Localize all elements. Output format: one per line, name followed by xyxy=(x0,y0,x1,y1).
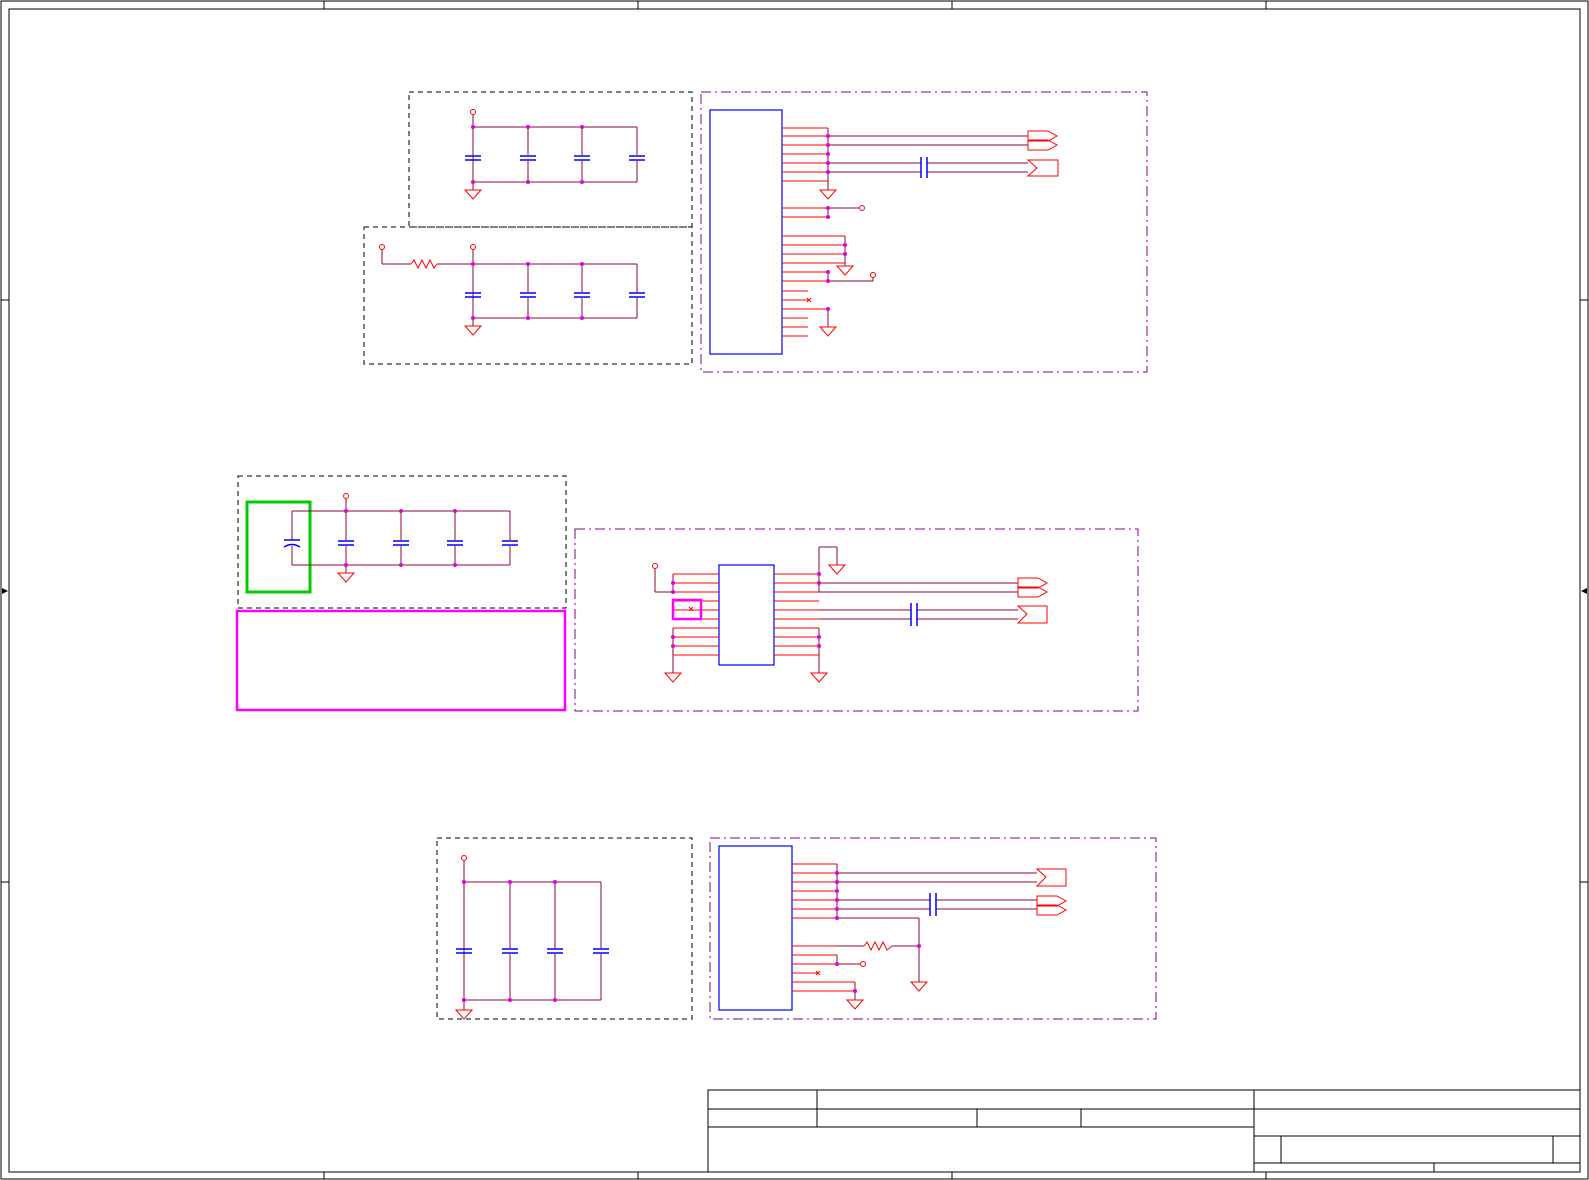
offsheet-connector-icon xyxy=(1035,868,1068,916)
ic-u1-pins xyxy=(782,127,845,337)
section-3-decoupling-box xyxy=(436,837,693,1020)
cap-bank-1b-caps xyxy=(465,292,645,298)
ground-icon xyxy=(463,325,483,336)
coupling-cap-icon xyxy=(920,157,928,178)
ic-u3-junctions xyxy=(835,871,921,993)
cap-bank-1 xyxy=(472,114,638,190)
sheet-center-arrow-right xyxy=(1581,588,1587,594)
power-pin-icon xyxy=(859,205,876,278)
power-pin-icon xyxy=(860,961,866,967)
ic-u3 xyxy=(718,845,793,1011)
power-pin-icon xyxy=(343,493,349,499)
offsheet-connector-icon xyxy=(1016,577,1049,624)
ic-u2 xyxy=(718,564,775,666)
power-pin-icon xyxy=(652,563,658,569)
cap-bank-1b xyxy=(381,249,638,326)
cap-bank-2-caps xyxy=(283,539,518,548)
title-block xyxy=(707,1089,1581,1173)
coupling-cap-icon xyxy=(929,893,937,916)
power-pin-icon xyxy=(461,855,467,861)
ic-u3-nets xyxy=(836,864,1037,1000)
ground-icon xyxy=(336,572,356,583)
section-3-ic-box xyxy=(709,837,1157,1020)
cap-bank-3 xyxy=(463,861,602,1010)
section-2-decoupling-box xyxy=(237,475,567,609)
coupling-cap-icon xyxy=(910,603,918,626)
ic-u1-junctions xyxy=(826,134,847,311)
highlight-green-box xyxy=(245,500,312,594)
ic-u3-pins xyxy=(792,863,855,992)
section-2-ic-box xyxy=(574,528,1139,712)
ic-u2-pins xyxy=(673,573,819,656)
ground-icon xyxy=(845,981,929,1010)
sheet-frame xyxy=(0,0,1589,1180)
highlight-magenta-box xyxy=(235,609,567,712)
power-pin-icon xyxy=(379,244,476,250)
section-1-ic-box xyxy=(700,91,1148,373)
ground-icon xyxy=(463,189,483,200)
ic-u1-nets xyxy=(827,128,1028,327)
power-pin-icon xyxy=(470,109,476,115)
cap-bank-3-caps xyxy=(456,948,609,954)
resistor-icon xyxy=(410,258,438,270)
ground-icon xyxy=(454,1009,474,1020)
cap-bank-1-caps xyxy=(465,155,645,161)
resistor-icon xyxy=(863,940,893,952)
offsheet-connector-icon xyxy=(1026,130,1059,177)
sheet-center-arrow-left xyxy=(2,588,8,594)
schematic-sheet xyxy=(0,0,1589,1180)
ic-u1 xyxy=(709,109,783,355)
